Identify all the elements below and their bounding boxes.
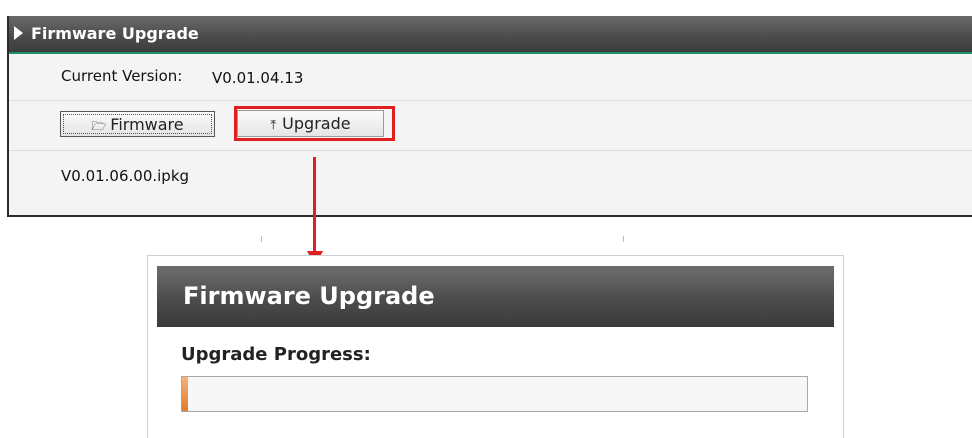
collapse-triangle-icon[interactable] [14,26,23,40]
upgrade-progress-dialog: Firmware Upgrade Upgrade Progress: [147,255,844,438]
select-firmware-button[interactable]: 🗁 Firmware [60,111,215,137]
dialog-title: Firmware Upgrade [183,282,435,310]
current-version-row: Current Version: V0.01.04.13 [9,54,972,101]
firmware-button-label: Firmware [110,115,184,134]
divider-tick [261,236,262,242]
panel-header[interactable]: Firmware Upgrade [9,16,972,54]
upgrade-progress-label: Upgrade Progress: [181,344,371,365]
upgrade-highlight-box [234,106,395,141]
dialog-header: Firmware Upgrade [157,266,834,327]
progress-fill [182,377,189,411]
arrow-line [313,157,316,253]
selected-file-row: V0.01.06.00.ipkg [9,151,972,205]
folder-open-icon: 🗁 [91,119,107,133]
panel-title: Firmware Upgrade [31,24,199,43]
current-version-label: Current Version: [61,67,183,85]
divider-tick [623,236,624,242]
firmware-upgrade-panel: Firmware Upgrade Current Version: V0.01.… [7,16,972,217]
upgrade-progress-bar [181,376,808,412]
firmware-buttons-row: 🗁 Firmware ⤒ Upgrade [9,101,972,151]
current-version-value: V0.01.04.13 [212,69,304,87]
selected-file-name: V0.01.06.00.ipkg [61,167,190,185]
